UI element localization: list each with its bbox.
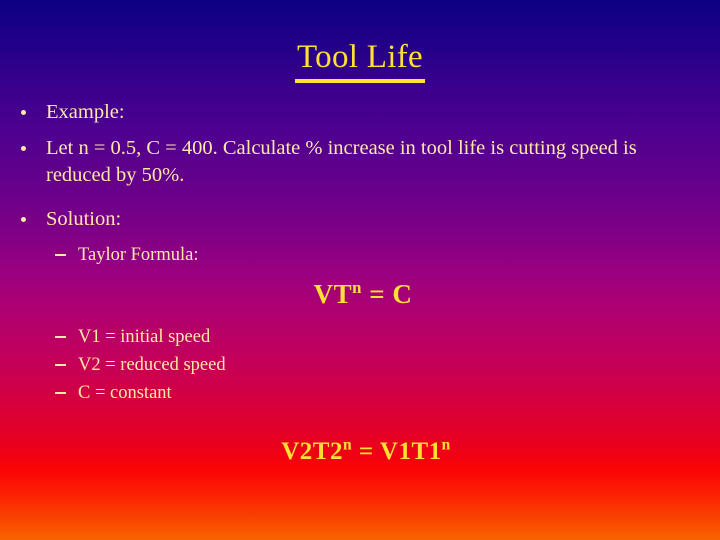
formula-exponent: n: [352, 278, 362, 297]
slide-canvas: Tool Life Example: Let n = 0.5, C = 400.…: [0, 0, 720, 540]
slide-body: Example: Let n = 0.5, C = 400. Calculate…: [0, 99, 720, 408]
sub-list-item-label: Taylor Formula:: [78, 245, 199, 265]
formula-operator: =: [352, 438, 380, 465]
list-item-label: Let n = 0.5, C = 400. Calculate % increa…: [46, 137, 637, 186]
sub-list-item: V1 = initial speed: [0, 324, 720, 350]
bullet-dot-icon: [21, 217, 26, 222]
list-item-label: Example:: [46, 101, 125, 123]
list-item: Example:: [0, 99, 720, 126]
list-item: Let n = 0.5, C = 400. Calculate % increa…: [0, 135, 720, 189]
result-formula: V2T2n = V1T1n: [0, 437, 720, 467]
page-title: Tool Life: [295, 38, 425, 83]
bullet-dash-icon: [55, 254, 66, 256]
sub-list-item-label: C = constant: [78, 383, 172, 403]
sub-list-item-label: V1 = initial speed: [78, 327, 211, 347]
formula-rhs-base: V1T1: [379, 438, 442, 465]
formula-operator: =: [361, 279, 393, 309]
formula-lhs-exponent: n: [342, 436, 353, 454]
list-item: Solution:: [0, 206, 720, 233]
sub-list-item: Taylor Formula:: [0, 242, 720, 268]
bullet-dot-icon: [21, 146, 26, 151]
formula-lhs-base: V2T2: [281, 438, 343, 465]
title-block: Tool Life: [0, 38, 720, 83]
bullet-dash-icon: [55, 392, 66, 394]
formula-base: VT: [313, 279, 353, 309]
bullet-dot-icon: [21, 110, 26, 115]
taylor-formula: VTn = C: [0, 278, 720, 310]
list-item-label: Solution:: [46, 208, 122, 230]
sub-list-item-label: V2 = reduced speed: [78, 355, 226, 375]
bullet-dash-icon: [55, 364, 66, 366]
formula-rhs-exponent: n: [441, 436, 451, 454]
formula-constant: C: [392, 279, 413, 309]
sub-list-item: C = constant: [0, 380, 720, 406]
sub-list-item: V2 = reduced speed: [0, 352, 720, 378]
bullet-dash-icon: [55, 336, 66, 338]
